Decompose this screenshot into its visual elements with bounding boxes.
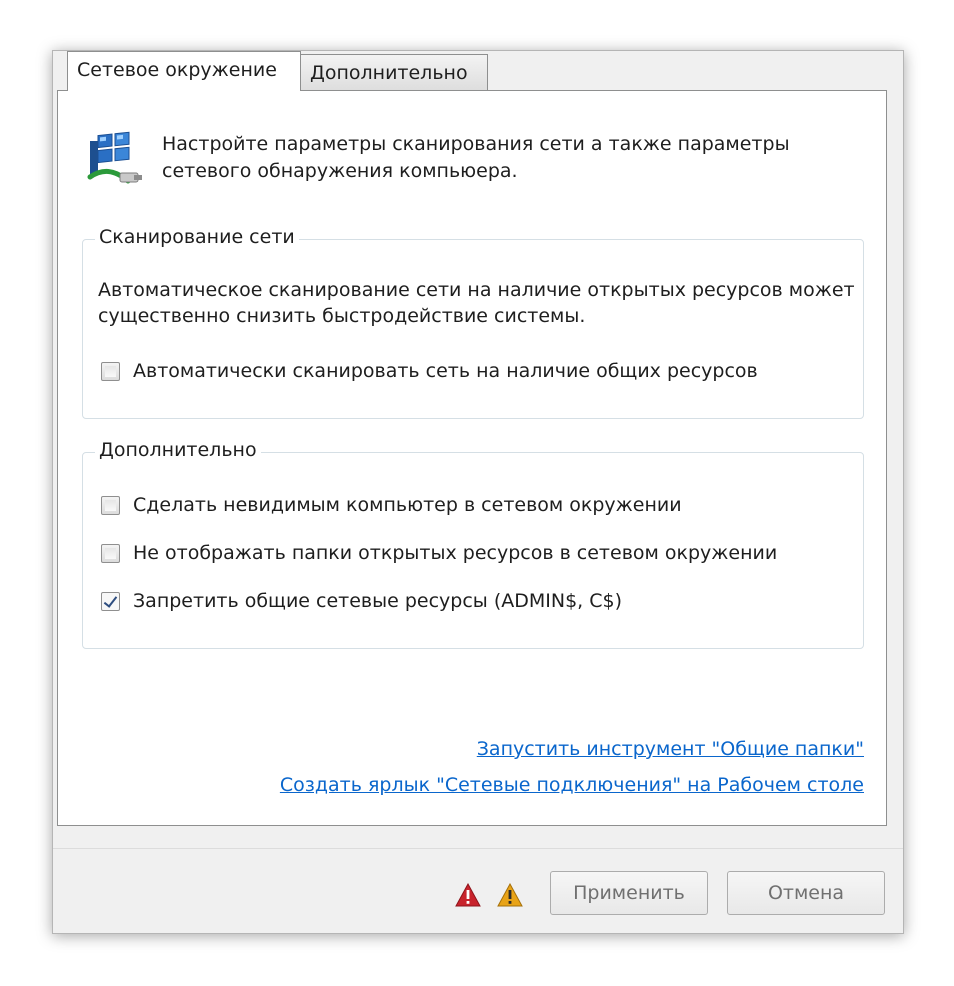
scan-group-title: Сканирование сети xyxy=(95,224,299,250)
intro-text: Настройте параметры сканирования сети а … xyxy=(162,133,790,182)
disable-admin-shares-label: Запретить общие сетевые ресурсы (ADMIN$,… xyxy=(133,590,623,612)
hide-computer-label: Сделать невидимым компьютер в сетевом ок… xyxy=(133,494,682,516)
hide-shares-label: Не отображать папки открытых ресурсов в … xyxy=(133,542,778,564)
warning-icon xyxy=(497,883,523,907)
disable-admin-shares-option[interactable]: Запретить общие сетевые ресурсы (ADMIN$,… xyxy=(101,587,622,615)
hide-shares-option[interactable]: Не отображать папки открытых ресурсов в … xyxy=(101,539,777,567)
additional-group-title: Дополнительно xyxy=(95,437,261,463)
scan-group: Сканирование сети Автоматическое сканиро… xyxy=(82,224,864,419)
auto-scan-option[interactable]: Автоматически сканировать сеть на наличи… xyxy=(101,357,758,385)
disable-admin-shares-checkbox[interactable] xyxy=(101,591,120,611)
error-icon xyxy=(455,883,481,907)
network-connections-shortcut-link[interactable]: Создать ярлык "Сетевые подключения" на Р… xyxy=(280,774,864,796)
cancel-button[interactable]: Отмена xyxy=(727,871,885,915)
shared-folders-link[interactable]: Запустить инструмент "Общие папки" xyxy=(477,738,864,760)
tab-network-neighborhood[interactable]: Сетевое окружение xyxy=(67,51,301,91)
auto-scan-label: Автоматически сканировать сеть на наличи… xyxy=(133,360,758,382)
tab-additional[interactable]: Дополнительно xyxy=(300,54,488,90)
apply-button[interactable]: Применить xyxy=(550,871,708,915)
hide-shares-checkbox[interactable] xyxy=(101,543,120,563)
additional-group: Дополнительно Сделать невидимым компьюте… xyxy=(82,437,864,649)
auto-scan-checkbox[interactable] xyxy=(101,361,120,381)
hide-computer-option[interactable]: Сделать невидимым компьютер в сетевом ок… xyxy=(101,491,682,519)
hide-computer-checkbox[interactable] xyxy=(101,495,120,515)
settings-window: Сетевое окружение Дополнительно Настройт… xyxy=(52,50,904,934)
tab-panel: Настройте параметры сканирования сети а … xyxy=(57,90,887,826)
scan-description: Автоматическое сканирование сети на нали… xyxy=(98,279,855,327)
network-icon xyxy=(87,131,142,184)
footer-separator xyxy=(53,848,903,849)
